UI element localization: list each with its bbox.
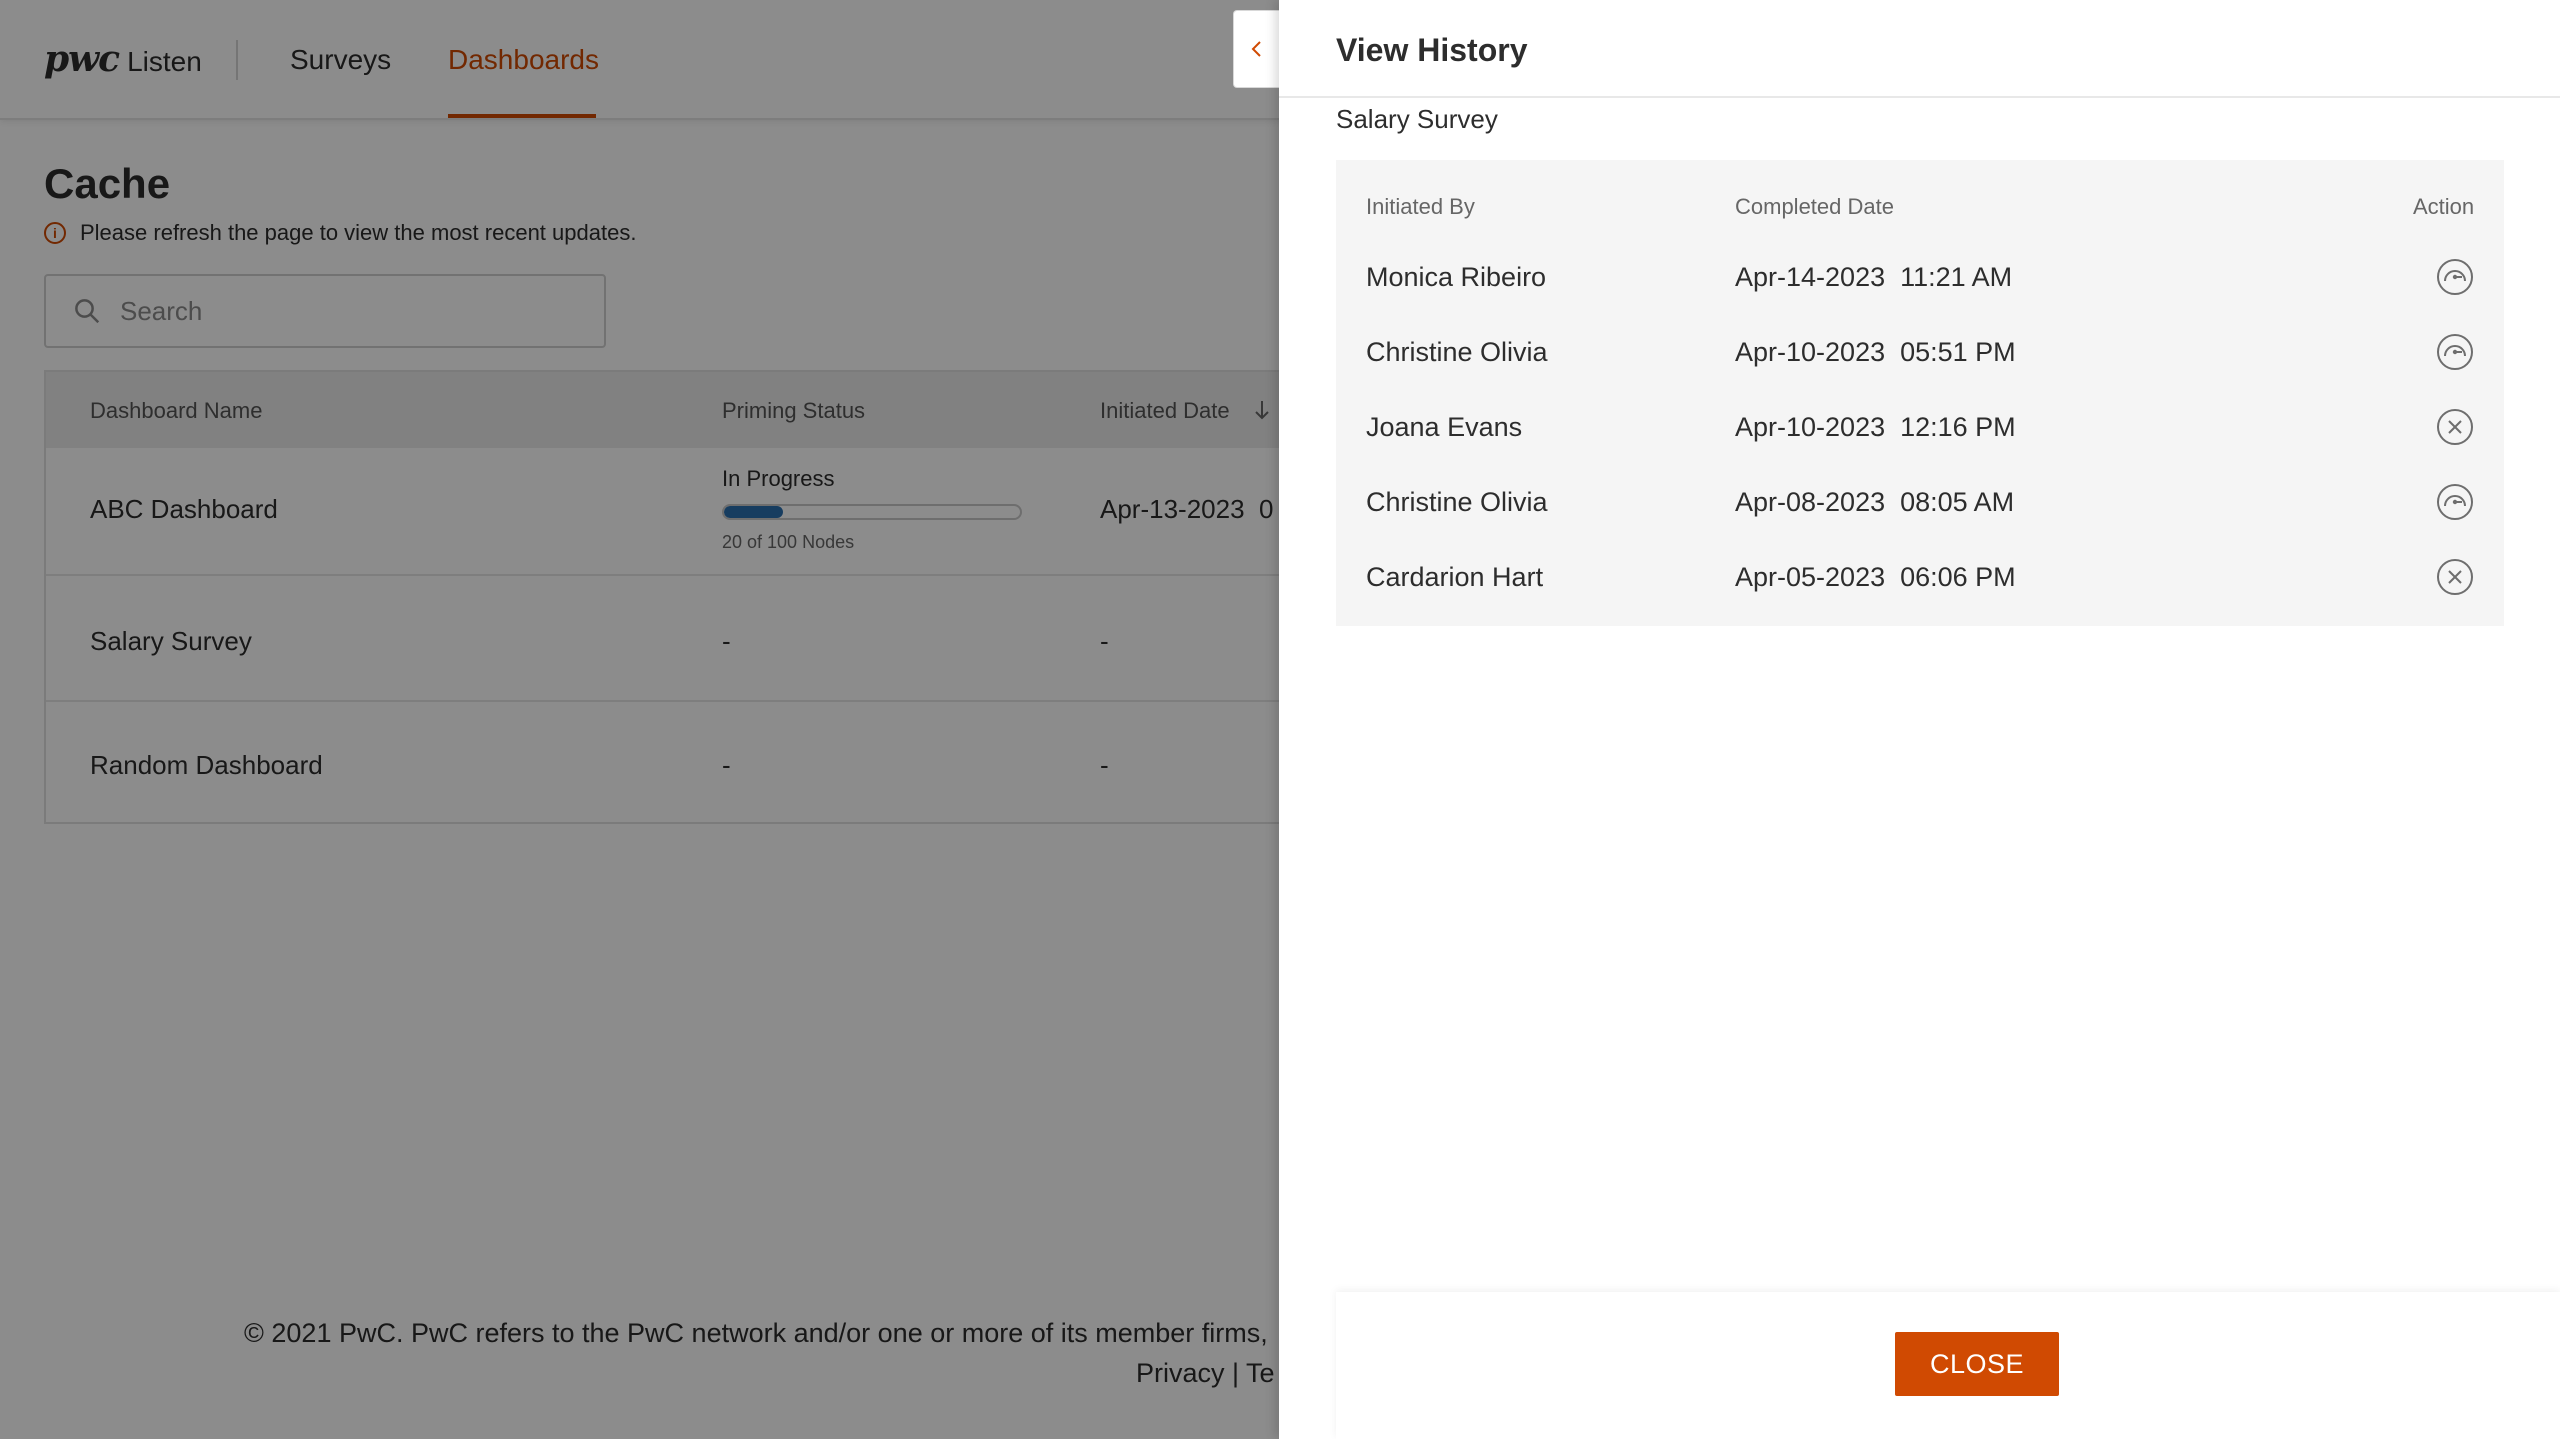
column-initiated-by: Initiated By bbox=[1366, 194, 1475, 219]
initiated-by: Cardarion Hart bbox=[1366, 562, 1544, 592]
history-row: Monica Ribeiro Apr-14-2023 11:21 AM bbox=[1336, 240, 2504, 315]
initiated-by: Monica Ribeiro bbox=[1366, 262, 1547, 292]
completed-date: Apr-08-2023 08:05 AM bbox=[1735, 487, 2015, 517]
initiated-by: Christine Olivia bbox=[1366, 487, 1548, 517]
chevron-left-icon bbox=[1251, 41, 1261, 57]
drawer-collapse-button[interactable] bbox=[1233, 10, 1279, 88]
history-row: Joana Evans Apr-10-2023 12:16 PM bbox=[1336, 390, 2504, 465]
view-history-drawer: View History Salary Survey Initiated By … bbox=[1279, 0, 2560, 1439]
initiated-by: Joana Evans bbox=[1366, 412, 1523, 442]
history-row: Christine Olivia Apr-08-2023 08:05 AM bbox=[1336, 465, 2504, 540]
completed-date: Apr-05-2023 06:06 PM bbox=[1735, 562, 2016, 592]
completed-date: Apr-10-2023 05:51 PM bbox=[1735, 337, 2016, 367]
history-table: Initiated By Completed Date Action Monic… bbox=[1336, 160, 2504, 626]
history-row: Cardarion Hart Apr-05-2023 06:06 PM bbox=[1336, 540, 2504, 615]
completed-date: Apr-10-2023 12:16 PM bbox=[1735, 412, 2016, 442]
modal-backdrop[interactable] bbox=[0, 0, 1280, 1439]
cancel-circle-icon[interactable] bbox=[2436, 408, 2474, 446]
drawer-footer: CLOSE bbox=[1336, 1292, 2560, 1439]
drawer-header: View History bbox=[1279, 0, 2560, 98]
history-row: Christine Olivia Apr-10-2023 05:51 PM bbox=[1336, 315, 2504, 390]
gauge-icon[interactable] bbox=[2436, 483, 2474, 521]
gauge-icon[interactable] bbox=[2436, 333, 2474, 371]
close-button[interactable]: CLOSE bbox=[1895, 1332, 2059, 1396]
completed-date: Apr-14-2023 11:21 AM bbox=[1735, 262, 2013, 292]
drawer-title: View History bbox=[1336, 32, 1528, 68]
cancel-circle-icon[interactable] bbox=[2436, 558, 2474, 596]
column-action: Action bbox=[2413, 194, 2475, 219]
drawer-subtitle: Salary Survey bbox=[1336, 104, 1498, 134]
column-completed-date: Completed Date bbox=[1735, 194, 1894, 219]
initiated-by: Christine Olivia bbox=[1366, 337, 1548, 367]
gauge-icon[interactable] bbox=[2436, 258, 2474, 296]
